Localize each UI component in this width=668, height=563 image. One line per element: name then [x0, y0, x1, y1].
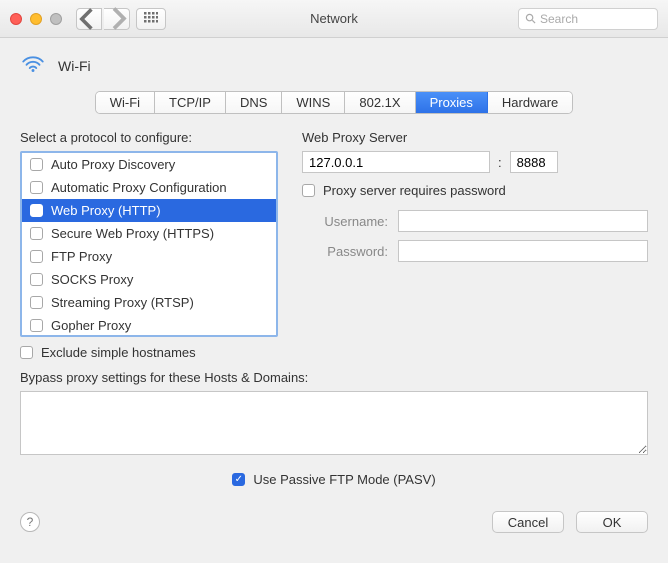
- search-icon: [525, 13, 536, 24]
- back-button[interactable]: [76, 8, 102, 30]
- protocol-label: Automatic Proxy Configuration: [51, 180, 227, 195]
- help-button[interactable]: ?: [20, 512, 40, 532]
- close-window-button[interactable]: [10, 13, 22, 25]
- service-heading: Wi-Fi: [20, 54, 648, 77]
- content-area: Wi-Fi Wi-FiTCP/IPDNSWINS802.1XProxiesHar…: [0, 38, 668, 501]
- protocol-row[interactable]: Web Proxy (HTTP): [22, 199, 276, 222]
- tab-802-1x[interactable]: 802.1X: [345, 92, 415, 113]
- password-input[interactable]: [398, 240, 648, 262]
- protocol-checkbox[interactable]: [30, 273, 43, 286]
- protocol-row[interactable]: Automatic Proxy Configuration: [22, 176, 276, 199]
- bypass-label: Bypass proxy settings for these Hosts & …: [20, 370, 648, 385]
- protocol-label: Secure Web Proxy (HTTPS): [51, 226, 214, 241]
- forward-button[interactable]: [104, 8, 130, 30]
- proxy-server-label: Web Proxy Server: [302, 130, 648, 145]
- protocol-row[interactable]: Streaming Proxy (RTSP): [22, 291, 276, 314]
- protocol-checkbox[interactable]: [30, 204, 43, 217]
- ok-button[interactable]: OK: [576, 511, 648, 533]
- nav-buttons: [76, 8, 130, 30]
- search-placeholder: Search: [540, 12, 578, 26]
- protocol-label: Gopher Proxy: [51, 318, 131, 333]
- protocol-label: SOCKS Proxy: [51, 272, 133, 287]
- proxy-host-input[interactable]: [302, 151, 490, 173]
- protocol-list-label: Select a protocol to configure:: [20, 130, 278, 145]
- protocol-row[interactable]: FTP Proxy: [22, 245, 276, 268]
- username-input[interactable]: [398, 210, 648, 232]
- titlebar: Network Search: [0, 0, 668, 38]
- username-label: Username:: [302, 214, 388, 229]
- cancel-button[interactable]: Cancel: [492, 511, 564, 533]
- protocol-checkbox[interactable]: [30, 227, 43, 240]
- protocol-checkbox[interactable]: [30, 250, 43, 263]
- protocol-row[interactable]: SOCKS Proxy: [22, 268, 276, 291]
- requires-password-label: Proxy server requires password: [323, 183, 506, 198]
- tab-tcp-ip[interactable]: TCP/IP: [155, 92, 226, 113]
- tab-proxies[interactable]: Proxies: [416, 92, 488, 113]
- tab-dns[interactable]: DNS: [226, 92, 282, 113]
- protocol-checkbox[interactable]: [30, 296, 43, 309]
- exclude-simple-label: Exclude simple hostnames: [41, 345, 196, 360]
- protocol-checkbox[interactable]: [30, 158, 43, 171]
- protocol-row[interactable]: Secure Web Proxy (HTTPS): [22, 222, 276, 245]
- host-port-separator: :: [496, 155, 504, 170]
- protocol-checkbox[interactable]: [30, 319, 43, 332]
- service-name: Wi-Fi: [58, 58, 91, 74]
- tab-hardware[interactable]: Hardware: [488, 92, 572, 113]
- password-label: Password:: [302, 244, 388, 259]
- protocol-label: Auto Proxy Discovery: [51, 157, 175, 172]
- exclude-simple-checkbox[interactable]: [20, 346, 33, 359]
- protocol-label: FTP Proxy: [51, 249, 112, 264]
- requires-password-checkbox[interactable]: [302, 184, 315, 197]
- protocol-label: Streaming Proxy (RTSP): [51, 295, 194, 310]
- tab-wins[interactable]: WINS: [282, 92, 345, 113]
- tab-wi-fi[interactable]: Wi-Fi: [96, 92, 155, 113]
- protocol-list[interactable]: Auto Proxy Discovery Automatic Proxy Conf…: [20, 151, 278, 337]
- bypass-textarea[interactable]: [20, 391, 648, 455]
- passive-ftp-label: Use Passive FTP Mode (PASV): [253, 472, 435, 487]
- protocol-row[interactable]: Auto Proxy Discovery: [22, 153, 276, 176]
- tab-bar: Wi-FiTCP/IPDNSWINS802.1XProxiesHardware: [20, 91, 648, 114]
- wifi-icon: [20, 54, 46, 77]
- protocol-checkbox[interactable]: [30, 181, 43, 194]
- proxy-port-input[interactable]: [510, 151, 558, 173]
- zoom-window-button[interactable]: [50, 13, 62, 25]
- search-field[interactable]: Search: [518, 8, 658, 30]
- footer: ? Cancel OK: [0, 501, 668, 547]
- minimize-window-button[interactable]: [30, 13, 42, 25]
- traffic-lights: [10, 13, 62, 25]
- passive-ftp-checkbox[interactable]: [232, 473, 245, 486]
- protocol-label: Web Proxy (HTTP): [51, 203, 161, 218]
- protocol-row[interactable]: Gopher Proxy: [22, 314, 276, 337]
- show-all-prefs-button[interactable]: [136, 8, 166, 30]
